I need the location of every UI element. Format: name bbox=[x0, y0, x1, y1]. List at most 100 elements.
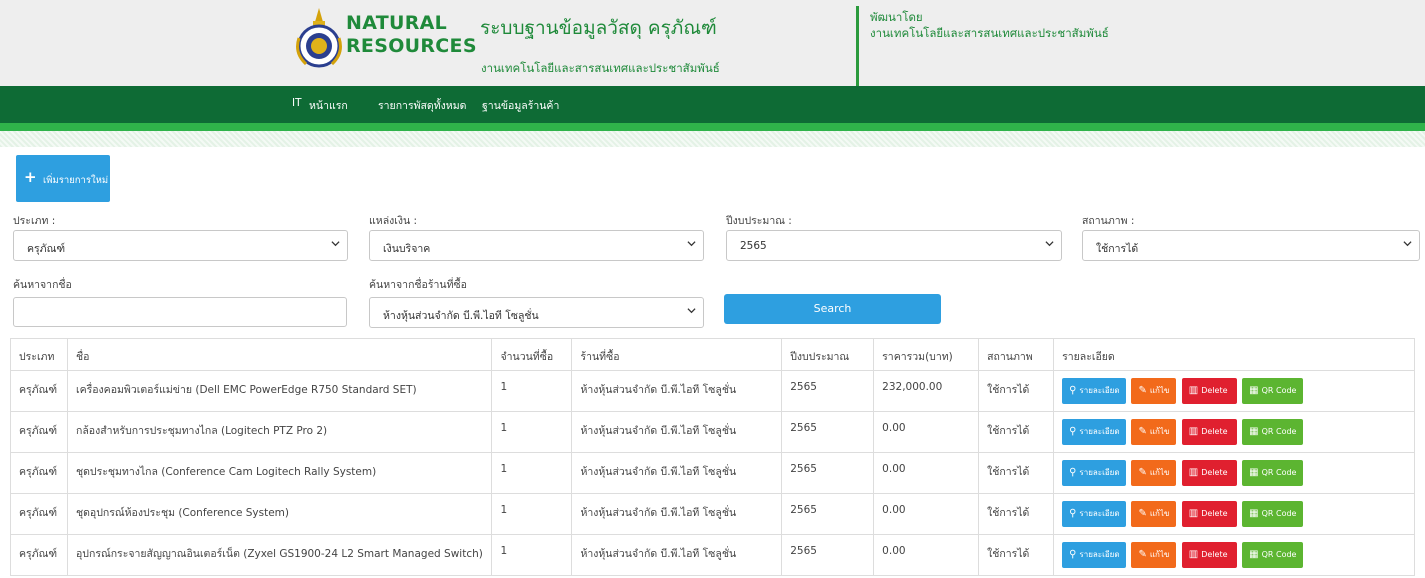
cell-name: เครื่องคอมพิวเตอร์แม่ข่าย (Dell EMC Powe… bbox=[66, 370, 493, 412]
shop-search-select[interactable]: ห้างหุ้นส่วนจำกัด บี.พี.ไอที โซลูชั่น bbox=[369, 297, 704, 328]
year-filter-label: ปีงบประมาณ : bbox=[726, 215, 792, 227]
cell-shop: ห้างหุ้นส่วนจำกัด บี.พี.ไอที โซลูชั่น bbox=[571, 411, 783, 453]
add-new-item-button[interactable]: + เพิ่มรายการใหม่ bbox=[16, 155, 110, 202]
edit-button[interactable]: ✎ แก้ไข bbox=[1131, 501, 1177, 527]
search-button[interactable]: Search bbox=[724, 294, 941, 324]
edit-button-label: แก้ไข bbox=[1149, 550, 1170, 559]
nav-accent-stripe bbox=[0, 123, 1425, 131]
edit-button[interactable]: ✎ แก้ไข bbox=[1131, 378, 1177, 404]
detail-button[interactable]: ⚲ รายละเอียด bbox=[1062, 501, 1127, 527]
trash-icon: ▥ bbox=[1188, 385, 1199, 396]
fund-filter-select[interactable]: เงินบริจาค bbox=[369, 230, 704, 261]
table-row: ครุภัณฑ์ ชุดอุปกรณ์ห้องประชุม (Conferenc… bbox=[10, 493, 1415, 535]
edit-button-label: แก้ไข bbox=[1149, 468, 1170, 477]
cell-year: 2565 bbox=[781, 411, 875, 453]
faculty-emblem-logo bbox=[296, 8, 342, 68]
cell-status: ใช้การได้ bbox=[978, 452, 1055, 494]
main-nav: IT หน้าแรก รายการพัสดุทั้งหมด ฐานข้อมูลร… bbox=[0, 86, 1425, 123]
chevron-down-icon bbox=[687, 308, 696, 314]
delete-button[interactable]: ▥ Delete bbox=[1181, 419, 1237, 445]
cell-actions: ⚲ รายละเอียด ✎ แก้ไข ▥ Delete ▦ QR Code bbox=[1053, 370, 1415, 412]
cell-shop: ห้างหุ้นส่วนจำกัด บี.พี.ไอที โซลูชั่น bbox=[571, 370, 783, 412]
system-subtitle: งานเทคโนโลยีและสารสนเทศและประชาสัมพันธ์ bbox=[481, 61, 720, 75]
table-header-row: ประเภท ชื่อ จำนวนที่ซื้อ ร้านที่ซื้อ ปีง… bbox=[10, 338, 1415, 371]
qr-code-button[interactable]: ▦ QR Code bbox=[1242, 378, 1304, 404]
cell-type: ครุภัณฑ์ bbox=[10, 370, 68, 412]
nav-item-it[interactable]: IT bbox=[292, 97, 302, 109]
cell-status: ใช้การได้ bbox=[978, 534, 1055, 576]
shop-search-value: ห้างหุ้นส่วนจำกัด บี.พี.ไอที โซลูชั่น bbox=[383, 310, 539, 322]
qr-code-icon: ▦ bbox=[1249, 549, 1259, 560]
qr-code-button-label: QR Code bbox=[1261, 386, 1297, 395]
nav-pattern-band bbox=[0, 131, 1425, 147]
fund-filter-value: เงินบริจาค bbox=[383, 243, 431, 255]
qr-code-button[interactable]: ▦ QR Code bbox=[1242, 419, 1304, 445]
nav-item-home[interactable]: หน้าแรก bbox=[309, 97, 348, 114]
cell-type: ครุภัณฑ์ bbox=[10, 411, 68, 453]
delete-button-label: Delete bbox=[1201, 427, 1228, 436]
edit-button[interactable]: ✎ แก้ไข bbox=[1131, 419, 1177, 445]
detail-button[interactable]: ⚲ รายละเอียด bbox=[1062, 378, 1127, 404]
cell-name: ชุดประชุมทางไกล (Conference Cam Logitech… bbox=[66, 452, 493, 494]
nav-item-all-items[interactable]: รายการพัสดุทั้งหมด bbox=[378, 97, 466, 114]
column-header-shop: ร้านที่ซื้อ bbox=[571, 338, 783, 371]
delete-button[interactable]: ▥ Delete bbox=[1181, 378, 1237, 404]
cell-price: 232,000.00 bbox=[873, 370, 980, 412]
chevron-down-icon bbox=[1403, 241, 1412, 247]
edit-button[interactable]: ✎ แก้ไข bbox=[1131, 542, 1177, 568]
type-filter-select[interactable]: ครุภัณฑ์ bbox=[13, 230, 348, 261]
delete-button-label: Delete bbox=[1201, 509, 1228, 518]
plus-icon: + bbox=[24, 168, 37, 186]
cell-year: 2565 bbox=[781, 370, 875, 412]
search-icon: ⚲ bbox=[1069, 467, 1077, 478]
cell-price: 0.00 bbox=[873, 452, 980, 494]
cell-actions: ⚲ รายละเอียด ✎ แก้ไข ▥ Delete ▦ QR Code bbox=[1053, 493, 1415, 535]
table-row: ครุภัณฑ์ ชุดประชุมทางไกล (Conference Cam… bbox=[10, 452, 1415, 494]
cell-shop: ห้างหุ้นส่วนจำกัด บี.พี.ไอที โซลูชั่น bbox=[571, 452, 783, 494]
qr-code-icon: ▦ bbox=[1249, 426, 1259, 437]
edit-button-label: แก้ไข bbox=[1149, 386, 1170, 395]
cell-status: ใช้การได้ bbox=[978, 493, 1055, 535]
qr-code-button[interactable]: ▦ QR Code bbox=[1242, 542, 1304, 568]
detail-button[interactable]: ⚲ รายละเอียด bbox=[1062, 460, 1127, 486]
brand-line-2: RESOURCES bbox=[346, 35, 477, 57]
brand-wordmark: NATURAL RESOURCES bbox=[346, 12, 477, 58]
search-icon: ⚲ bbox=[1069, 549, 1077, 560]
delete-button-label: Delete bbox=[1201, 468, 1228, 477]
cell-qty: 1 bbox=[491, 370, 573, 412]
edit-button[interactable]: ✎ แก้ไข bbox=[1131, 460, 1177, 486]
cell-actions: ⚲ รายละเอียด ✎ แก้ไข ▥ Delete ▦ QR Code bbox=[1053, 452, 1415, 494]
qr-code-button-label: QR Code bbox=[1261, 550, 1297, 559]
qr-code-icon: ▦ bbox=[1249, 508, 1259, 519]
edit-button-label: แก้ไข bbox=[1149, 509, 1170, 518]
cell-qty: 1 bbox=[491, 452, 573, 494]
table-row: ครุภัณฑ์ เครื่องคอมพิวเตอร์แม่ข่าย (Dell… bbox=[10, 370, 1415, 412]
qr-code-button[interactable]: ▦ QR Code bbox=[1242, 501, 1304, 527]
detail-button-label: รายละเอียด bbox=[1079, 386, 1120, 395]
type-filter-value: ครุภัณฑ์ bbox=[27, 243, 66, 255]
table-row: ครุภัณฑ์ อุปกรณ์กระจายสัญญาณอินเตอร์เน็ต… bbox=[10, 534, 1415, 576]
qr-code-button[interactable]: ▦ QR Code bbox=[1242, 460, 1304, 486]
delete-button[interactable]: ▥ Delete bbox=[1181, 501, 1237, 527]
cell-shop: ห้างหุ้นส่วนจำกัด บี.พี.ไอที โซลูชั่น bbox=[571, 534, 783, 576]
nav-item-shop-database[interactable]: ฐานข้อมูลร้านค้า bbox=[482, 97, 559, 114]
detail-button[interactable]: ⚲ รายละเอียด bbox=[1062, 542, 1127, 568]
delete-button[interactable]: ▥ Delete bbox=[1181, 460, 1237, 486]
status-filter-select[interactable]: ใช้การได้ bbox=[1082, 230, 1420, 261]
edit-button-label: แก้ไข bbox=[1149, 427, 1170, 436]
pencil-icon: ✎ bbox=[1138, 385, 1147, 396]
cell-qty: 1 bbox=[491, 534, 573, 576]
cell-year: 2565 bbox=[781, 452, 875, 494]
column-header-qty: จำนวนที่ซื้อ bbox=[491, 338, 573, 371]
column-header-year: ปีงบประมาณ bbox=[781, 338, 875, 371]
column-header-price: ราคารวม(บาท) bbox=[873, 338, 980, 371]
cell-name: อุปกรณ์กระจายสัญญาณอินเตอร์เน็ต (Zyxel G… bbox=[66, 534, 493, 576]
column-header-details: รายละเอียด bbox=[1053, 338, 1415, 371]
year-filter-select[interactable]: 2565 bbox=[726, 230, 1062, 261]
name-search-input[interactable] bbox=[13, 297, 347, 327]
search-icon: ⚲ bbox=[1069, 508, 1077, 519]
delete-button[interactable]: ▥ Delete bbox=[1181, 542, 1237, 568]
type-filter-label: ประเภท : bbox=[13, 215, 56, 227]
detail-button[interactable]: ⚲ รายละเอียด bbox=[1062, 419, 1127, 445]
developed-by-name: งานเทคโนโลยีและสารสนเทศและประชาสัมพันธ์ bbox=[870, 26, 1109, 40]
